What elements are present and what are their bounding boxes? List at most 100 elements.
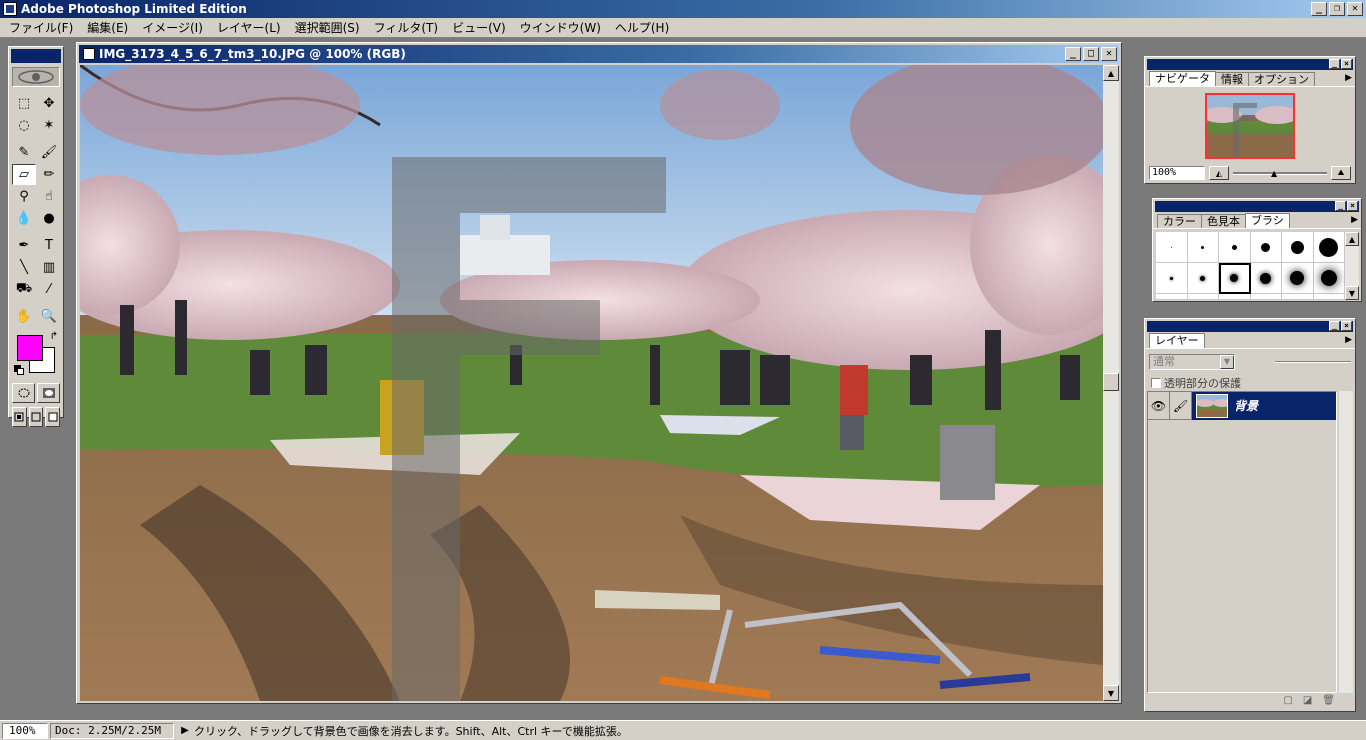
tab-brushes[interactable]: ブラシ — [1245, 213, 1290, 228]
toolbox-title-bar[interactable] — [11, 49, 61, 63]
document-minimize-button[interactable]: _ — [1065, 47, 1081, 61]
palette-menu-arrow-icon[interactable]: ▶ — [1345, 73, 1352, 83]
layer-selected[interactable]: 背景 — [1192, 391, 1336, 420]
type-tool-icon[interactable]: T — [37, 235, 61, 256]
brush-preset[interactable] — [1250, 232, 1282, 263]
brush-preset[interactable] — [1313, 232, 1345, 263]
eyedropper-tool-icon[interactable]: ⁄ — [37, 279, 61, 300]
brush-preset[interactable] — [1313, 263, 1345, 294]
pen-tool-icon[interactable]: ✒ — [12, 235, 36, 256]
smudge-tool-icon[interactable]: ☝ — [37, 186, 61, 207]
navigator-close-button[interactable]: × — [1341, 59, 1352, 69]
brush-preset[interactable] — [1250, 263, 1282, 294]
document-close-button[interactable]: ✕ — [1101, 47, 1117, 61]
new-layer-icon[interactable]: ◪ — [1303, 695, 1312, 709]
zoom-tool-icon[interactable]: 🔍 — [37, 306, 61, 327]
layers-scrollbar[interactable] — [1339, 391, 1353, 693]
close-button[interactable]: ✕ — [1347, 2, 1363, 16]
menu-file[interactable]: ファイル(F) — [2, 18, 80, 38]
menu-filter[interactable]: フィルタ(T) — [367, 18, 445, 38]
palette-menu-arrow-icon[interactable]: ▶ — [1351, 215, 1358, 225]
menu-edit[interactable]: 編集(E) — [80, 18, 135, 38]
paintbrush-tool-icon[interactable]: 🖌 — [37, 142, 61, 163]
new-mask-icon[interactable]: ▢ — [1283, 695, 1292, 709]
menu-view[interactable]: ビュー(V) — [445, 18, 513, 38]
eraser-tool-icon[interactable]: ▱ — [12, 164, 36, 185]
document-maximize-button[interactable]: □ — [1083, 47, 1099, 61]
zoom-in-icon[interactable]: ⛰ — [1331, 166, 1351, 180]
status-zoom-field[interactable]: 100% — [2, 722, 48, 739]
layers-title-bar[interactable]: _ × — [1147, 321, 1353, 332]
brush-preset[interactable] — [1219, 294, 1251, 300]
menu-select[interactable]: 選択範囲(S) — [288, 18, 367, 38]
tab-color[interactable]: カラー — [1157, 214, 1202, 228]
full-screen-mode-icon[interactable] — [45, 407, 61, 427]
brushes-close-button[interactable]: × — [1347, 201, 1358, 211]
trash-icon[interactable]: 🗑 — [1322, 695, 1335, 709]
brushes-minimize-button[interactable]: _ — [1335, 201, 1346, 211]
rubber-stamp-tool-icon[interactable]: ⚲ — [12, 186, 36, 207]
default-colors-icon[interactable] — [14, 365, 24, 375]
layers-minimize-button[interactable]: _ — [1329, 321, 1340, 331]
move-tool-icon[interactable]: ✥ — [37, 93, 61, 114]
magic-wand-tool-icon[interactable]: ✶ — [37, 115, 61, 136]
blur-tool-icon[interactable]: 💧 — [12, 208, 36, 229]
zoom-slider[interactable]: ▲ — [1233, 166, 1327, 180]
brush-preset[interactable] — [1282, 263, 1314, 294]
layer-row[interactable]: 👁 🖌 背景 — [1148, 391, 1336, 420]
standard-mode-icon[interactable] — [12, 383, 35, 403]
foreground-color-swatch[interactable] — [17, 335, 43, 361]
restore-button[interactable]: ❐ — [1329, 2, 1345, 16]
full-screen-menu-mode-icon[interactable] — [28, 407, 44, 427]
line-tool-icon[interactable]: ╲ — [12, 257, 36, 278]
marquee-tool-icon[interactable]: ⬚ — [12, 93, 36, 114]
navigator-zoom-field[interactable]: 100% — [1149, 166, 1205, 180]
photoshop-app-icon[interactable] — [3, 2, 17, 16]
scroll-up-icon[interactable]: ▲ — [1103, 65, 1119, 81]
scroll-thumb[interactable] — [1103, 373, 1119, 391]
brushes-scrollbar[interactable]: ▲ ▼ — [1345, 232, 1359, 300]
zoom-out-icon[interactable]: ◭ — [1209, 166, 1229, 180]
brush-preset[interactable] — [1219, 232, 1251, 263]
scroll-down-icon[interactable]: ▼ — [1103, 685, 1119, 701]
layers-close-button[interactable]: × — [1341, 321, 1352, 331]
airbrush-tool-icon[interactable]: ✎ — [12, 142, 36, 163]
preserve-transparency-checkbox[interactable] — [1151, 378, 1161, 388]
brush-preset[interactable] — [1187, 294, 1219, 300]
minimize-button[interactable]: _ — [1311, 2, 1327, 16]
tab-info[interactable]: 情報 — [1215, 72, 1249, 86]
brushes-title-bar[interactable]: _ × — [1155, 201, 1359, 212]
blend-mode-select[interactable]: 通常 ▼ — [1149, 354, 1235, 370]
brush-preset[interactable] — [1187, 263, 1219, 294]
standard-screen-mode-icon[interactable] — [12, 407, 27, 427]
gradient-tool-icon[interactable]: ▥ — [37, 257, 61, 278]
navigator-thumbnail[interactable] — [1205, 93, 1295, 159]
brush-preset[interactable] — [1156, 263, 1188, 294]
swap-colors-icon[interactable]: ↱ — [50, 331, 58, 342]
menu-image[interactable]: イメージ(I) — [135, 18, 210, 38]
status-menu-arrow-icon[interactable]: ▶ — [178, 725, 192, 736]
quick-mask-mode-icon[interactable] — [37, 383, 60, 403]
paint-bucket-tool-icon[interactable]: ⛟ — [12, 279, 36, 300]
image-canvas[interactable] — [80, 65, 1103, 701]
tab-layers[interactable]: レイヤー — [1149, 333, 1205, 348]
brush-preset[interactable] — [1156, 294, 1188, 300]
tab-navigator[interactable]: ナビゲータ — [1149, 71, 1216, 86]
document-title-bar[interactable]: IMG_3173_4_5_6_7_tm3_10.JPG @ 100% (RGB)… — [79, 45, 1119, 63]
brush-preset[interactable] — [1282, 294, 1314, 300]
tab-swatches[interactable]: 色見本 — [1201, 214, 1246, 228]
brush-icon[interactable]: 🖌 — [1170, 391, 1192, 420]
menu-window[interactable]: ウインドウ(W) — [513, 18, 608, 38]
scroll-down-icon[interactable]: ▼ — [1345, 286, 1359, 300]
brush-preset[interactable] — [1250, 294, 1282, 300]
menu-help[interactable]: ヘルプ(H) — [608, 18, 676, 38]
brush-preset-selected[interactable] — [1219, 263, 1251, 294]
brush-preset[interactable] — [1156, 232, 1188, 263]
chevron-down-icon[interactable]: ▼ — [1220, 355, 1234, 369]
brush-preset[interactable] — [1313, 294, 1345, 300]
scroll-up-icon[interactable]: ▲ — [1345, 232, 1359, 246]
navigator-title-bar[interactable]: _ × — [1147, 59, 1353, 70]
palette-menu-arrow-icon[interactable]: ▶ — [1345, 335, 1352, 345]
menu-layer[interactable]: レイヤー(L) — [210, 18, 288, 38]
document-vertical-scrollbar[interactable]: ▲ ▼ — [1103, 65, 1119, 701]
